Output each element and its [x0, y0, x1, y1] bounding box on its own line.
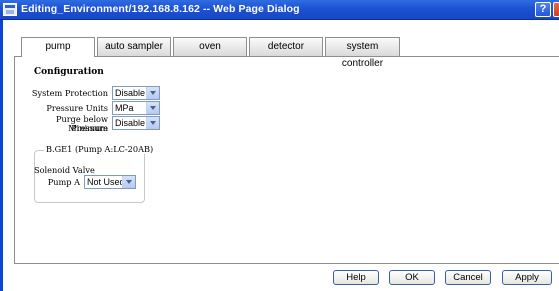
tab-system-controller[interactable]: system controller	[325, 37, 400, 69]
window-icon	[3, 3, 17, 16]
pressure-units-select[interactable]: MPa	[112, 101, 160, 115]
panel-bottom-border	[14, 263, 559, 264]
pump-a-label: Pump A	[47, 177, 80, 187]
tab-label: auto sampler	[105, 41, 163, 52]
chevron-down-icon	[146, 117, 159, 129]
chevron-down-icon	[122, 176, 135, 188]
pressure-units-label: Pressure Units	[46, 103, 108, 113]
system-protection-label: System Protection	[31, 88, 108, 98]
tab-baseline-left	[14, 56, 21, 57]
cancel-button[interactable]: Cancel	[445, 270, 491, 285]
ok-button[interactable]: OK	[389, 270, 435, 285]
tab-label: system controller	[341, 41, 384, 69]
pressure-units-value: MPa	[115, 103, 134, 113]
pump-a-select[interactable]: Not Used	[84, 175, 136, 189]
chevron-down-icon	[146, 87, 159, 99]
pump-a-value: Not Used	[87, 177, 125, 187]
system-protection-value: Disable	[115, 88, 146, 98]
solenoid-valve-heading: Solenoid Valve	[34, 165, 95, 175]
title-bar[interactable]: Editing_Environment/192.168.8.162 -- Web…	[0, 0, 559, 20]
pump-group-legend: B.GE1 (Pump A:LC-20AB)	[44, 144, 156, 154]
window-title: Editing_Environment/192.168.8.162 -- Web…	[21, 3, 300, 15]
chevron-down-icon	[146, 102, 159, 114]
help-button[interactable]: Help	[333, 270, 379, 285]
help-title-button[interactable]: ?	[535, 2, 551, 17]
system-protection-select[interactable]: Disable	[112, 86, 160, 100]
panel-left-border	[14, 56, 15, 264]
tab-label: pump	[45, 41, 71, 52]
tab-label: oven	[199, 41, 221, 52]
purge-below-minimum-select[interactable]: Disable	[112, 116, 160, 130]
tab-pump[interactable]: pump	[21, 37, 95, 57]
tab-oven[interactable]: oven	[173, 37, 247, 56]
purge-below-minimum-value: Disable	[115, 118, 146, 128]
purge-below-minimum-label-line2: Pressure	[71, 123, 108, 133]
close-button[interactable]	[553, 2, 559, 17]
apply-button[interactable]: Apply	[502, 270, 552, 285]
tab-label: detector	[267, 41, 305, 52]
tab-auto-sampler[interactable]: auto sampler	[97, 37, 171, 56]
tab-baseline-right	[95, 56, 559, 57]
tab-detector[interactable]: detector	[249, 37, 323, 56]
configuration-heading: Configuration	[34, 67, 104, 77]
